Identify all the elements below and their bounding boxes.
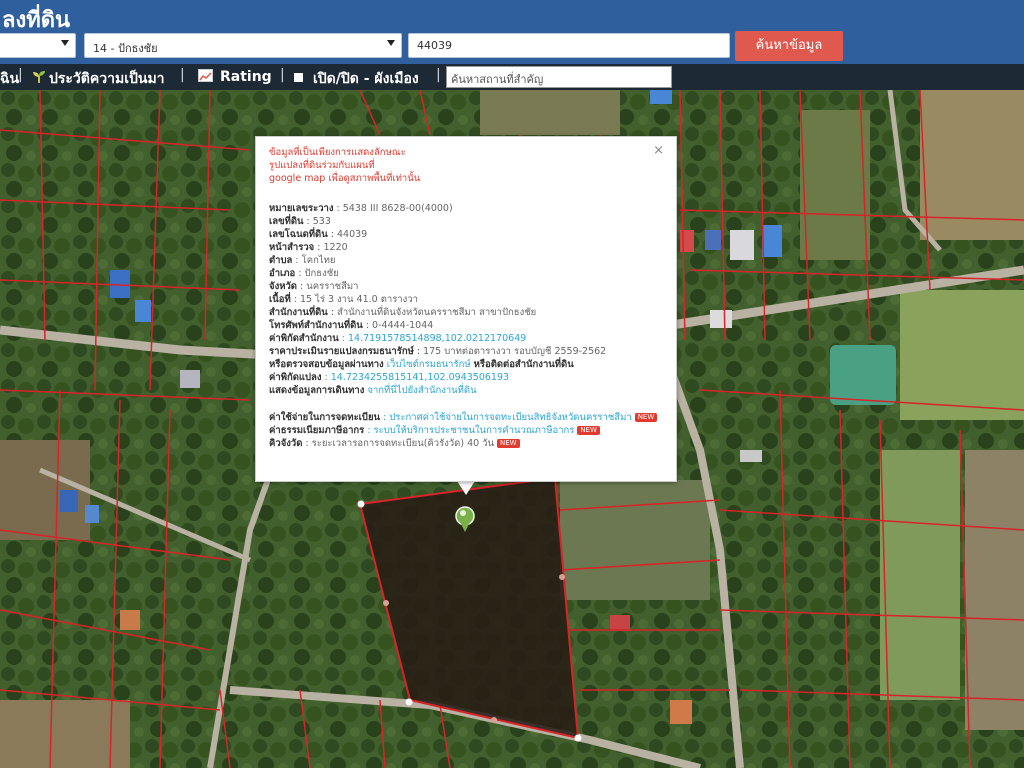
place-search-input[interactable]: ค้นหาสถานที่สำคัญ [446,66,672,88]
field-value: : 44039 [330,229,368,240]
new-badge: NEW [497,439,520,448]
chart-icon [198,69,213,82]
field [900,290,1024,420]
office-row: สำนักงานที่ดิน : สำนักงานที่ดินจังหวัดนค… [269,306,668,319]
field-label: เนื้อที่ [269,294,291,305]
history-link[interactable]: ประวัติความเป็นมา [32,68,165,90]
phone-row: โทรศัพท์สำนักงานที่ดิน : 0-4444-1044 [269,319,668,332]
field-value: : นครราชสีมา [300,281,359,292]
field [880,450,960,700]
disclaimer-line: รูปแปลงที่ดินร่วมกับแผนที่ [269,160,375,171]
parcel-details: หมายเลขระวาง : 5438 III 8628-00(4000) เล… [269,202,668,450]
parcel-coord-row: ค่าพิกัดแปลง : 14.7234255815141,102.0943… [269,371,668,384]
toolbar-separator: | [436,67,441,83]
chevron-down-icon [61,40,69,46]
field-label: เลขที่ดิน [269,216,304,227]
subdistrict-row: ตำบล : โคกไทย [269,254,668,267]
district-row: อำเภอ : ปักธงชัย [269,267,668,280]
rating-label: Rating [220,69,272,85]
field [965,450,1024,730]
sprout-icon [33,71,45,83]
search-button[interactable]: ค้นหาข้อมูล [735,31,843,61]
field-label: หรือตรวจสอบข้อมูลผ่านทาง [269,359,384,370]
check-row: หรือตรวจสอบข้อมูลผ่านทาง เว็บไซต์กรมธนาร… [269,358,668,371]
close-icon[interactable]: × [653,143,664,158]
history-label: ประวัติความเป็นมา [49,71,165,87]
field-label: หมายเลขระวาง [269,203,334,214]
toolbar-separator: | [280,67,285,83]
parcel-coord-link[interactable]: : 14.7234255815141,102.0943506193 [325,372,510,383]
popup-disclaimer: ข้อมูลที่เป็นเพียงการแสดงลักษณะ รูปแปลงท… [269,146,420,185]
toolbar-item-partial[interactable]: ฉิน [0,68,19,90]
field-label: ค่าธรรมเนียมภาษีอากร [269,425,365,436]
tax-row: ค่าธรรมเนียมภาษีอากร : ระบบให้บริการประช… [269,424,668,437]
field-label: ราคาประเมินรายแปลงกรมธนารักษ์ [269,346,414,357]
field-label: สำนักงานที่ดิน [269,307,328,318]
checkbox-icon [294,73,303,82]
new-badge: NEW [577,426,600,435]
district-select[interactable]: 14 - ปักธงชัย [84,33,402,58]
route-row: แสดงข้อมูลการเดินทาง จากที่นี่ไปยังสำนัก… [269,384,668,397]
field-label: หน้าสำรวจ [269,242,315,253]
treasury-website-link[interactable]: เว็บไซต์กรมธนารักษ์ [387,359,471,370]
office-coord-row: ค่าพิกัดสำนักงาน : 14.7191578514898,102.… [269,332,668,345]
field-label: อำเภอ [269,268,296,279]
field-label: จังหวัด [269,281,297,292]
field-label: เลขโฉนดที่ดิน [269,229,328,240]
header-bar: ลงที่ดิน 14 - ปักธงชัย 44039 ค้นหาข้อมูล [0,0,1024,64]
field-value: : ปักธงชัย [298,268,339,279]
field [800,110,870,260]
disclaimer-line: ข้อมูลที่เป็นเพียงการแสดงลักษณะ [269,147,406,158]
office-coord-link[interactable]: : 14.7191578514898,102.0212170649 [342,333,527,344]
field-value: : 175 บาทต่อตารางวา รอบบัญชี 2559-2562 [416,346,607,357]
deed-no-row: เลขโฉนดที่ดิน : 44039 [269,228,668,241]
field [480,90,620,135]
cityplan-toggle[interactable]: เปิด/ปิด - ผังเมือง [294,68,419,90]
field-label: หรือติดต่อสำนักงานที่ดิน [473,359,574,370]
province-select[interactable] [0,33,76,58]
district-select-value: 14 - ปักธงชัย [93,42,158,55]
area-row: เนื้อที่ : 15 ไร่ 3 งาน 41.0 ตารางวา [269,293,668,306]
field-label: ตำบล [269,255,293,266]
price-row: ราคาประเมินรายแปลงกรมธนารักษ์ : 175 บาทต… [269,345,668,358]
reg-fee-link[interactable]: : ประกาศค่าใช้จ่ายในการจดทะเบียนสิทธิจัง… [383,412,632,423]
province-row: จังหวัด : นครราชสีมา [269,280,668,293]
field-label: ค่าพิกัดสำนักงาน [269,333,339,344]
disclaimer-line: google map เพื่อดูสภาพพื้นที่เท่านั้น [269,173,421,184]
field-label: แสดงข้อมูลการเดินทาง [269,385,365,396]
pond [830,345,896,405]
chevron-down-icon [387,40,395,46]
field-value: : 533 [306,216,331,227]
field-value: : 1220 [317,242,348,253]
toolbar-separator: | [180,67,185,83]
field-value: : 15 ไร่ 3 งาน 41.0 ตารางวา [293,294,418,305]
field-label: คิวจังวัด [269,438,303,449]
field-value: : สำนักงานที่ดินจังหวัดนครราชสีมา สาขาปั… [330,307,537,318]
field-label: ค่าพิกัดแปลง [269,372,322,383]
toolbar-separator: | [18,67,23,83]
map-sheet-row: หมายเลขระวาง : 5438 III 8628-00(4000) [269,202,668,215]
page-title: ลงที่ดิน [2,8,71,33]
cityplan-toggle-label: เปิด/ปิด - ผังเมือง [313,71,419,87]
field-value: : 0-4444-1044 [365,320,434,331]
tax-link[interactable]: : ระบบให้บริการประชาชนในการคำนวณภาษีอากร [367,425,574,436]
field-value: : ระยะเวลารอการจดทะเบียน(คิวรังวัด) 40 ว… [305,438,495,449]
field-label: โทรศัพท์สำนักงานที่ดิน [269,320,363,331]
parcel-info-popup: × ข้อมูลที่เป็นเพียงการแสดงลักษณะ รูปแปล… [255,136,677,482]
popup-tail [457,481,475,495]
reg-fee-row: ค่าใช้จ่ายในการจดทะเบียน : ประกาศค่าใช้จ… [269,411,668,424]
land-no-row: เลขที่ดิน : 533 [269,215,668,228]
route-link[interactable]: จากที่นี่ไปยังสำนักงานที่ดิน [367,385,476,396]
app-window: ลงที่ดิน 14 - ปักธงชัย 44039 ค้นหาข้อมูล… [0,0,1024,768]
parcel-number-input[interactable]: 44039 [408,33,730,58]
field [560,480,710,600]
field-value: : โคกไทย [295,255,336,266]
field-value: : 5438 III 8628-00(4000) [336,203,453,214]
rating-link[interactable]: Rating [198,68,272,85]
queue-row: คิวจังวัด : ระยะเวลารอการจดทะเบียน(คิวรั… [269,437,668,450]
survey-page-row: หน้าสำรวจ : 1220 [269,241,668,254]
new-badge: NEW [634,413,658,422]
field-label: ค่าใช้จ่ายในการจดทะเบียน [269,412,381,423]
